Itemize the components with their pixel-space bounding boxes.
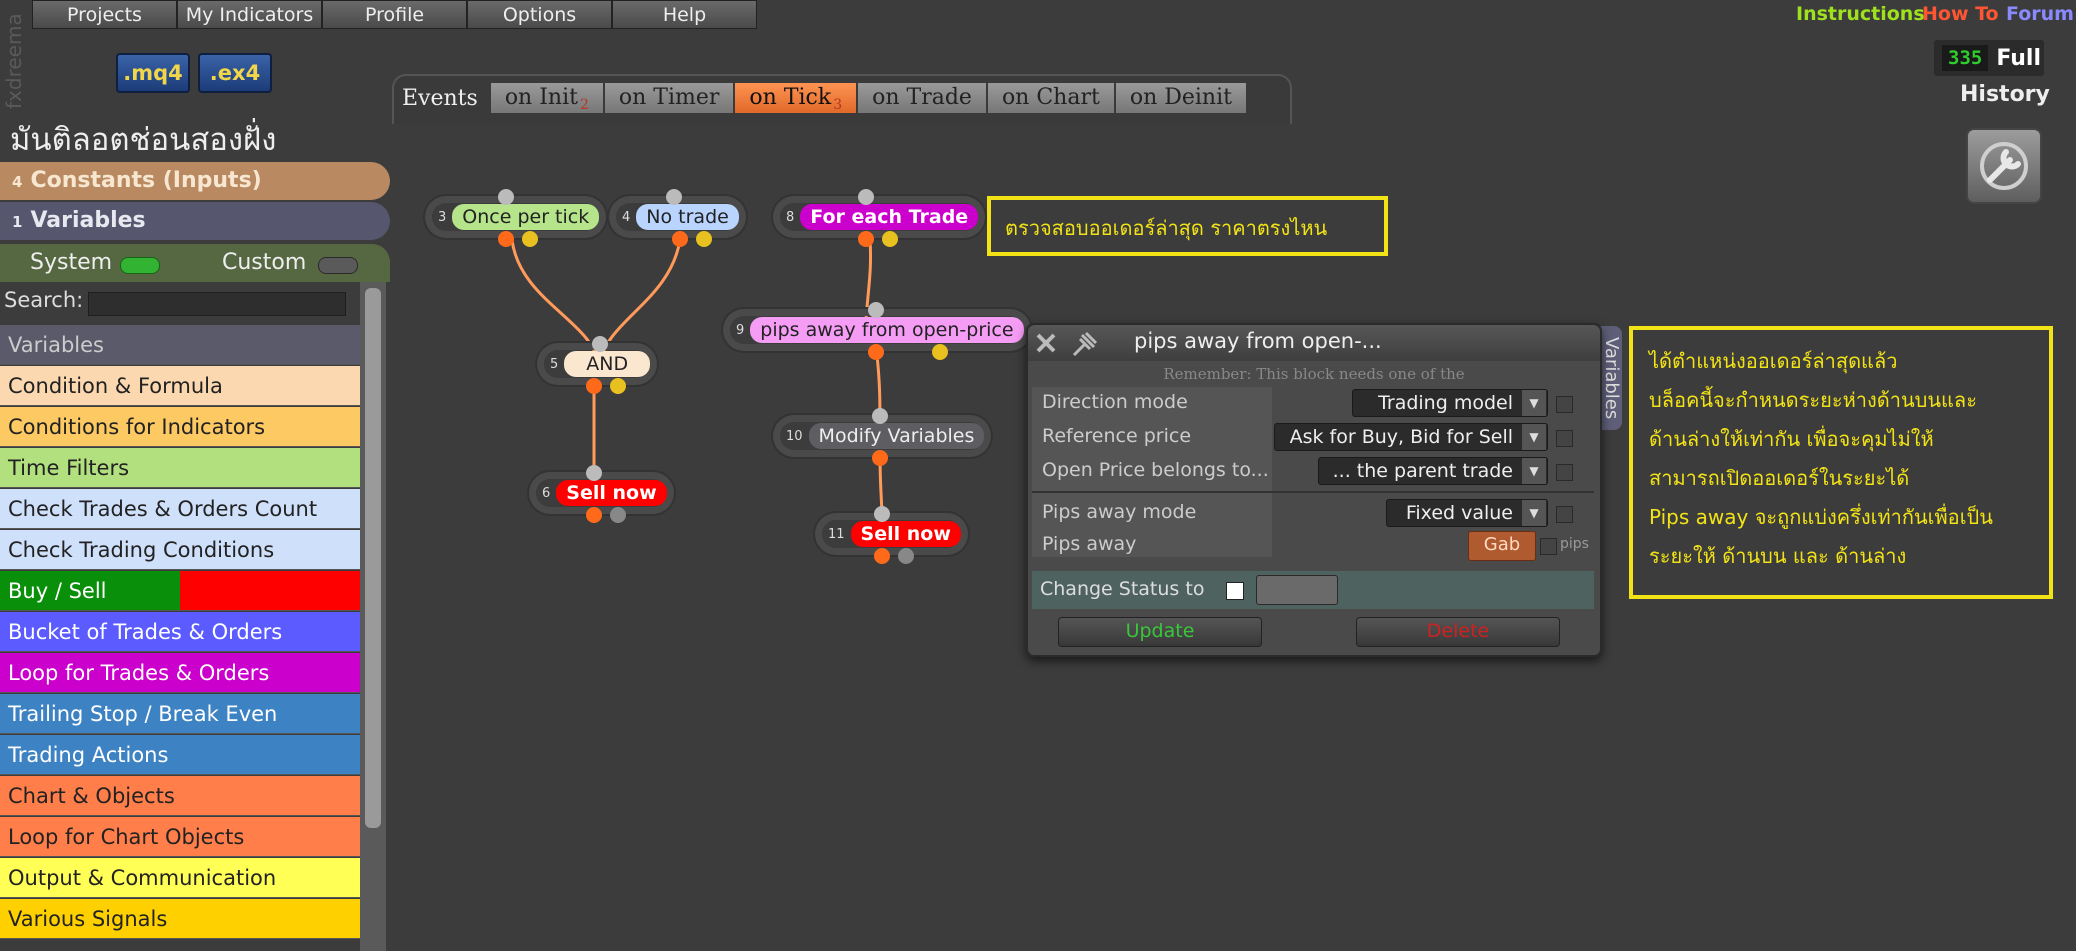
node-sell-now-1[interactable]: 6 Sell now (536, 465, 667, 523)
status-color-swatch[interactable] (1256, 575, 1338, 605)
change-status-row: Change Status to (1032, 571, 1594, 609)
chevron-down-icon[interactable]: ▼ (1522, 500, 1546, 526)
pips-unit: pips (1560, 536, 1589, 552)
change-status-checkbox[interactable] (1226, 582, 1244, 600)
dialog-title: pips away from open-... (1134, 329, 1382, 353)
node-pips-away[interactable]: 9 pips away from open-price (730, 302, 1024, 360)
reference-price-checkbox[interactable] (1556, 430, 1573, 447)
pips-away-checkbox[interactable] (1540, 538, 1557, 555)
note2-line: Pips away จะถูกแบ่งครึ่งเท่ากันเพื่อเป็น (1649, 505, 1993, 529)
note2-line: สามารถเปิดออเดอร์ในระยะได้ (1649, 466, 1910, 490)
node-sell-now-2[interactable]: 11 Sell now (822, 506, 961, 564)
node-for-each-trade[interactable]: 8 For each Trade (780, 189, 979, 247)
direction-mode-label: Direction mode (1042, 391, 1188, 413)
open-price-belongs-checkbox[interactable] (1556, 464, 1573, 481)
direction-mode-checkbox[interactable] (1556, 396, 1573, 413)
change-status-label: Change Status to (1040, 578, 1205, 600)
note2-line: บล็อคนี้จะกำหนดระยะห่างด้านบนและ (1649, 388, 1977, 412)
chevron-down-icon[interactable]: ▼ (1522, 390, 1546, 416)
note2-line: ได้ตำแหน่งออเดอร์ล่าสุดแล้ว (1649, 349, 1898, 373)
chevron-down-icon[interactable]: ▼ (1522, 458, 1546, 484)
reference-price-select[interactable]: Ask for Buy, Bid for Sell (1274, 423, 1548, 451)
node-and[interactable]: 5 AND (544, 336, 651, 394)
chevron-down-icon[interactable]: ▼ (1522, 424, 1546, 450)
update-button[interactable]: Update (1058, 617, 1262, 647)
pips-away-mode-label: Pips away mode (1042, 501, 1197, 523)
delete-button[interactable]: Delete (1356, 617, 1560, 647)
dialog-header: pips away from open-... (1028, 325, 1600, 361)
node-no-trade[interactable]: 4 No trade (616, 189, 739, 247)
pips-away-label: Pips away (1042, 533, 1137, 555)
node-once-per-tick[interactable]: 3 Once per tick (432, 189, 600, 247)
pips-away-mode-checkbox[interactable] (1556, 506, 1573, 523)
close-icon[interactable] (1034, 331, 1058, 355)
direction-mode-select[interactable]: Trading model (1352, 389, 1548, 417)
dialog-divider (1032, 491, 1594, 493)
open-price-belongs-label: Open Price belongs to... (1042, 459, 1269, 481)
pips-away-input[interactable]: Gab (1468, 531, 1536, 561)
note2-line: ด้านล่างให้เท่ากัน เพื่อจะคุมไม่ให้ (1649, 427, 1934, 451)
reference-price-label: Reference price (1042, 425, 1192, 447)
pin-icon[interactable] (1070, 329, 1100, 357)
open-price-belongs-select[interactable]: ... the parent trade (1318, 457, 1548, 485)
block-properties-dialog: pips away from open-... Remember: This b… (1026, 323, 1602, 657)
annotation-latest-order: ตรวจสอบออเดอร์ล่าสุด ราคาตรงไหน (987, 196, 1388, 256)
note2-line: ระยะให้ ด้านบน และ ด้านล่าง (1649, 544, 1907, 568)
annotation-pips-explanation: ได้ตำแหน่งออเดอร์ล่าสุดแล้ว บล็อคนี้จะกำ… (1629, 326, 2053, 599)
dialog-remember-text: Remember: This block needs one of the (1163, 365, 1465, 383)
node-modify-variables[interactable]: 10 Modify Variables (780, 408, 985, 466)
